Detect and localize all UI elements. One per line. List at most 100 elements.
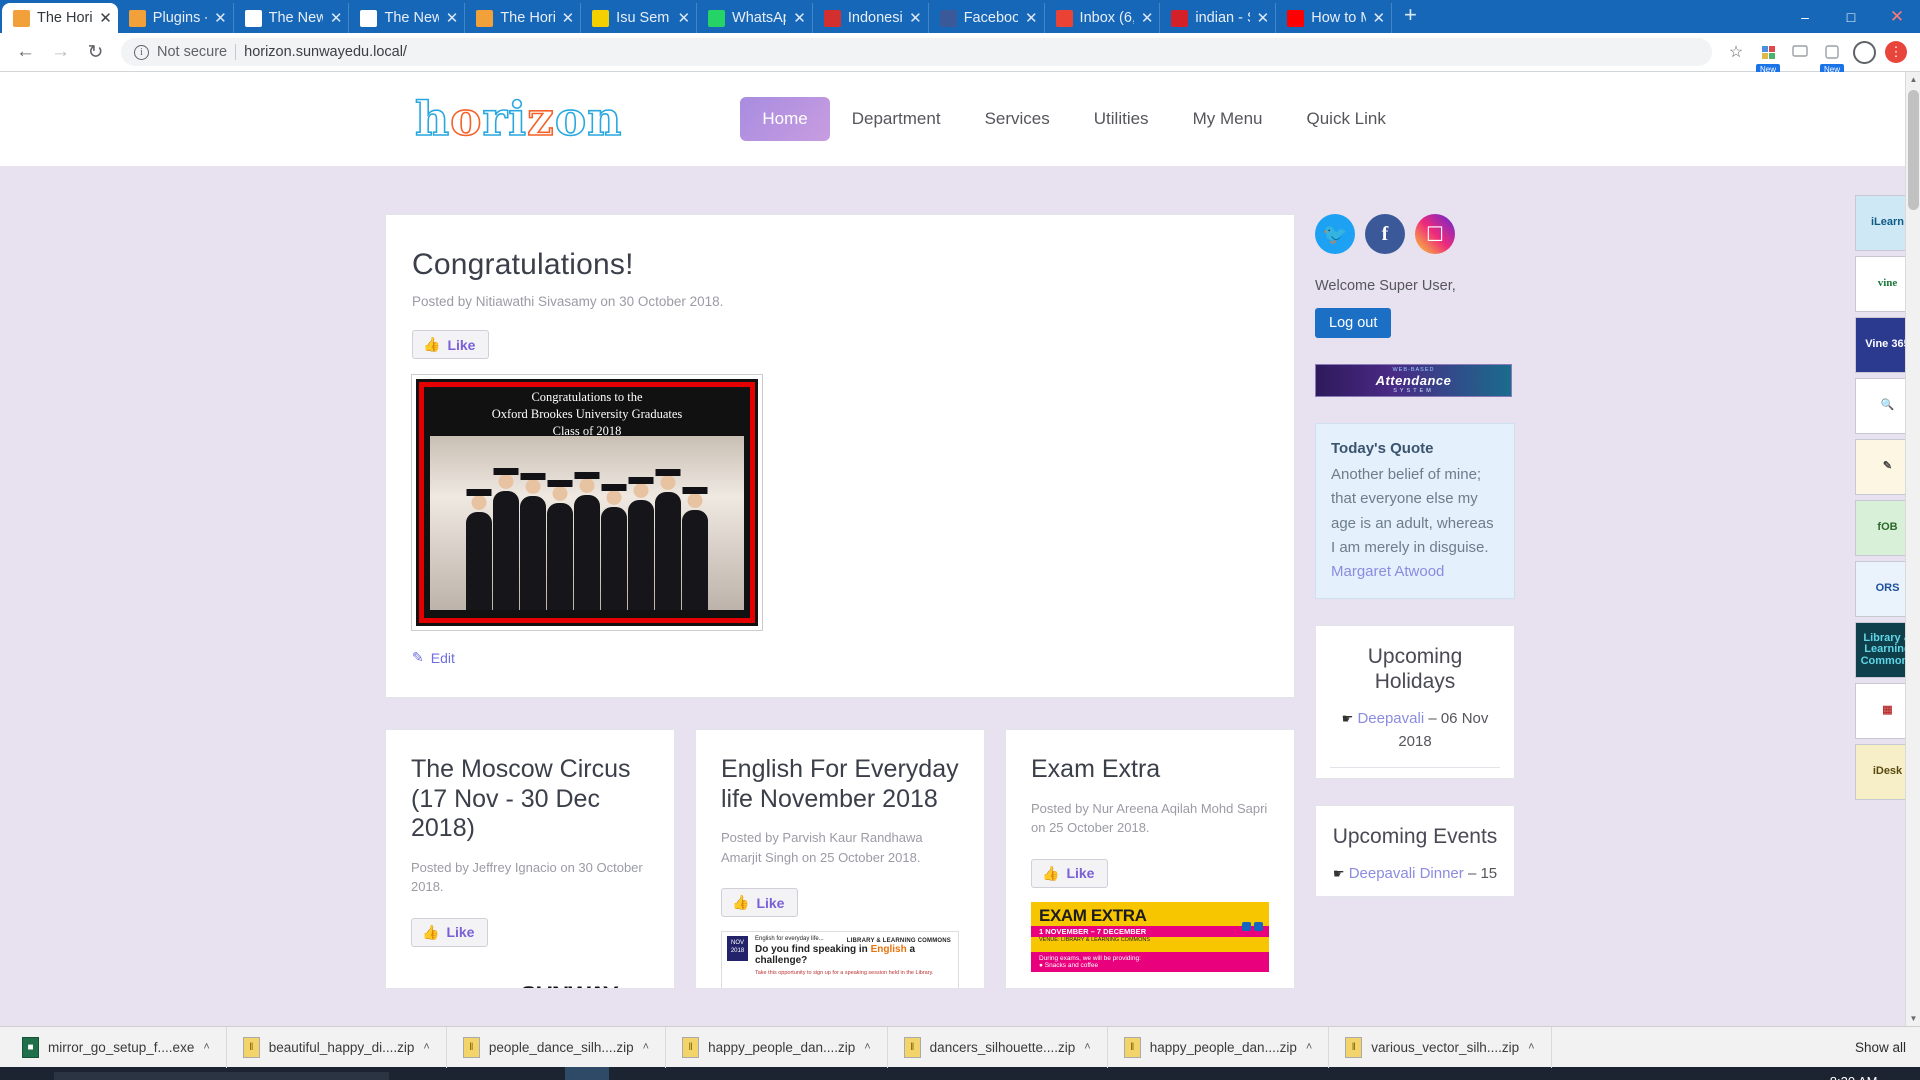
tab-close-button[interactable]: ✕ [330, 11, 343, 26]
browser-tab-5[interactable]: Isu Semasa - S ✕ [581, 3, 698, 33]
tab-close-button[interactable]: ✕ [1257, 11, 1270, 26]
firefox-icon[interactable]: ● [741, 1067, 785, 1080]
extension-icon[interactable]: New [1754, 38, 1782, 75]
taskbar-search-box[interactable]: Type here to search 🔈 [54, 1072, 389, 1080]
twitter-icon[interactable]: 🐦 [1315, 214, 1355, 254]
chrome-menu-button[interactable]: ⋮ [1882, 38, 1910, 66]
nav-item-home[interactable]: Home [740, 97, 830, 141]
scroll-up-arrow[interactable]: ▲ [1906, 72, 1920, 87]
tab-close-button[interactable]: ✕ [446, 11, 459, 26]
event-name-link[interactable]: Deepavali Dinner [1349, 865, 1464, 882]
taskbar-clock[interactable]: 8:20 AM 01-Nov-18 [1823, 1074, 1884, 1080]
downloads-show-all-button[interactable]: Show all [1855, 1040, 1906, 1055]
profile-avatar-icon[interactable] [1850, 38, 1878, 66]
duck-icon[interactable]: ◑ [1005, 1067, 1049, 1080]
nav-item-quick-link[interactable]: Quick Link [1284, 97, 1407, 141]
scrollbar-thumb[interactable] [1908, 90, 1919, 210]
tab-close-button[interactable]: ✕ [99, 11, 112, 26]
computer-icon[interactable]: ▣ [653, 1067, 697, 1080]
download-menu-caret[interactable]: ˄ [864, 1041, 870, 1053]
folder-icon[interactable]: ▰ [609, 1067, 653, 1080]
article-like-button[interactable]: 👍 Like [411, 917, 489, 947]
site-info-icon[interactable]: i [134, 44, 149, 60]
new-tab-button[interactable]: + [1392, 2, 1427, 32]
notepad-icon[interactable]: ▬ [697, 1067, 741, 1080]
scroll-down-arrow[interactable]: ▼ [1906, 1011, 1920, 1026]
nav-item-services[interactable]: Services [963, 97, 1072, 141]
start-button[interactable] [0, 1067, 54, 1080]
nav-item-my-menu[interactable]: My Menu [1171, 97, 1285, 141]
tab-close-button[interactable]: ✕ [793, 11, 806, 26]
download-item-6[interactable]: ‖ various_vector_silh....zip ˄ [1329, 1026, 1552, 1068]
attendance-system-banner[interactable]: WEB-BASED Attendance SYSTEM [1315, 364, 1512, 397]
download-menu-caret[interactable]: ˄ [1084, 1041, 1090, 1053]
outlook-icon[interactable]: o [785, 1067, 829, 1080]
puzzle-icon[interactable]: New [1818, 38, 1846, 75]
tab-close-button[interactable]: ✕ [1025, 11, 1038, 26]
download-menu-caret[interactable]: ˄ [1528, 1041, 1534, 1053]
bookmark-star-icon[interactable]: ☆ [1722, 38, 1750, 66]
app-icon[interactable]: ○ [1093, 1067, 1137, 1080]
browser-tab-3[interactable]: The Newzone ✕ [349, 3, 466, 33]
tab-close-button[interactable]: ✕ [909, 11, 922, 26]
browser-tab-0[interactable]: The Horizon - ✕ [2, 3, 118, 33]
browser-tab-11[interactable]: How to Mirror ✕ [1276, 3, 1393, 33]
window-maximize-button[interactable]: □ [1828, 0, 1874, 33]
tab-close-button[interactable]: ✕ [1373, 11, 1386, 26]
reload-button[interactable]: ↻ [80, 37, 111, 68]
browser-tab-2[interactable]: The Newzone ✕ [234, 3, 350, 33]
holiday-name-link[interactable]: Deepavali [1357, 710, 1424, 727]
back-button[interactable]: ← [10, 37, 41, 68]
download-menu-caret[interactable]: ˄ [423, 1041, 429, 1053]
address-bar[interactable]: i Not secure horizon.sunwayedu.local/ [121, 38, 1712, 66]
window-minimize-button[interactable]: – [1782, 0, 1828, 33]
logout-button[interactable]: Log out [1315, 308, 1392, 338]
browser-tab-8[interactable]: Facebook ✕ [929, 3, 1045, 33]
download-item-5[interactable]: ‖ happy_people_dan....zip ˄ [1108, 1026, 1330, 1068]
edge-icon[interactable]: e [433, 1067, 477, 1080]
browser-tab-10[interactable]: indian - Search ✕ [1160, 3, 1277, 33]
article-like-button[interactable]: 👍 Like [721, 888, 799, 917]
browser-tab-9[interactable]: Inbox (6,478) - ✕ [1045, 3, 1161, 33]
download-item-1[interactable]: ‖ beautiful_happy_di....zip ˄ [227, 1026, 447, 1068]
article-title[interactable]: Exam Extra [1031, 755, 1269, 785]
acrobat-icon[interactable]: ● [961, 1067, 1005, 1080]
photos-icon[interactable]: ▤ [873, 1067, 917, 1080]
cloud-icon[interactable]: ☁ [1049, 1067, 1093, 1080]
nav-item-department[interactable]: Department [830, 97, 963, 141]
illustrator-icon[interactable]: Ai [829, 1067, 873, 1080]
download-item-4[interactable]: ‖ dancers_silhouette....zip ˄ [888, 1026, 1108, 1068]
tab-close-button[interactable]: ✕ [562, 11, 575, 26]
hero-like-button[interactable]: 👍 Like [412, 330, 490, 359]
cast-icon[interactable] [1786, 38, 1814, 66]
download-menu-caret[interactable]: ˄ [643, 1041, 649, 1053]
hero-edit-link[interactable]: ✎ Edit [412, 649, 455, 666]
browser-tab-4[interactable]: The Horizon ✕ [465, 3, 582, 33]
download-menu-caret[interactable]: ˄ [203, 1041, 209, 1053]
tab-close-button[interactable]: ✕ [677, 11, 690, 26]
site-logo[interactable]: horizon [414, 91, 622, 148]
tab-close-button[interactable]: ✕ [1141, 11, 1154, 26]
browser-tab-1[interactable]: Plugins - The H ✕ [118, 3, 234, 33]
browser-tab-6[interactable]: WhatsApp ✕ [697, 3, 813, 33]
chrome-icon[interactable]: ◉ [565, 1067, 609, 1080]
forward-button[interactable]: → [45, 37, 76, 68]
download-item-2[interactable]: ‖ people_dance_silh....zip ˄ [447, 1026, 667, 1068]
nav-item-utilities[interactable]: Utilities [1072, 97, 1171, 141]
browser-tab-7[interactable]: Indonesia Lion ✕ [813, 3, 929, 33]
article-title[interactable]: English For Everyday life November 2018 [721, 755, 959, 814]
explorer-icon[interactable]: ◧ [521, 1067, 565, 1080]
instagram-icon[interactable]: ☐ [1415, 214, 1455, 254]
store-icon[interactable]: ⊞ [477, 1067, 521, 1080]
facebook-icon[interactable]: f [1365, 214, 1405, 254]
article-title[interactable]: The Moscow Circus (17 Nov - 30 Dec 2018) [411, 755, 649, 844]
download-item-0[interactable]: ■ mirror_go_setup_f....exe ˄ [6, 1026, 227, 1068]
window-close-button[interactable]: ✕ [1874, 0, 1920, 33]
download-item-3[interactable]: ‖ happy_people_dan....zip ˄ [666, 1026, 888, 1068]
photoshop-icon[interactable]: Ps [917, 1067, 961, 1080]
article-like-button[interactable]: 👍 Like [1031, 858, 1109, 888]
tab-close-button[interactable]: ✕ [214, 11, 227, 26]
download-menu-caret[interactable]: ˄ [1306, 1041, 1312, 1053]
task-view-icon[interactable]: ❐ [389, 1067, 433, 1080]
page-scrollbar[interactable]: ▲ ▼ [1905, 72, 1920, 1026]
